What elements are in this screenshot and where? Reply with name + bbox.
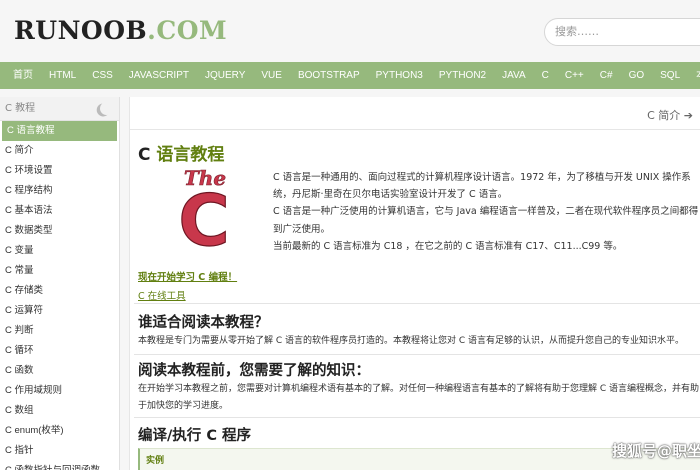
nav-item[interactable]: JAVA (494, 62, 534, 89)
nav-item[interactable]: C (534, 62, 557, 89)
nav-item[interactable]: C++ (557, 62, 592, 89)
sidebar-item[interactable]: C 基本语法 (0, 201, 119, 221)
sidebar-item[interactable]: C 语言教程 (2, 121, 117, 141)
sidebar-item[interactable]: C 常量 (0, 261, 119, 281)
moon-icon[interactable] (99, 101, 114, 116)
section-heading-compile: 编译/执行 C 程序 (138, 428, 252, 444)
logo-text-domain: .COM (147, 16, 228, 45)
nav-item[interactable]: SQL (652, 62, 688, 89)
nav-item[interactable]: VUE (253, 62, 290, 89)
online-tool-link[interactable]: C 在线工具 (138, 288, 186, 302)
intro-paragraph-3: 当前最新的 C 语言标准为 C18 ，在它之前的 C 语言标准有 C17、C11… (273, 240, 623, 252)
sidebar-item[interactable]: C 函数 (0, 361, 119, 381)
section-heading-prerequisites: 阅读本教程前，您需要了解的知识： (138, 363, 370, 379)
sidebar-item[interactable]: C 存储类 (0, 281, 119, 301)
nav-item[interactable]: JAVASCRIPT (121, 62, 197, 89)
search-input[interactable]: 搜索…… (544, 18, 700, 46)
header: RUNOOB.COM 搜索…… (0, 0, 700, 62)
main-content: C 简介 ➔ C 语言教程 The C C 语言是一种通用的、面向过程式的计算机… (129, 97, 700, 470)
nav-item[interactable]: C# (592, 62, 621, 89)
section-text-audience: 本教程是专门为需要从零开始了解 C 语言的软件程序员打造的。本教程将让您对 C … (138, 336, 685, 346)
nav-item[interactable]: HTML (41, 62, 84, 89)
nav-item[interactable]: BOOTSTRAP (290, 62, 368, 89)
divider (134, 417, 700, 418)
divider (134, 303, 700, 304)
next-page-link[interactable]: C 简介 ➔ (647, 107, 693, 123)
sidebar-item[interactable]: C 指针 (0, 441, 119, 461)
nav-item[interactable]: JQUERY (197, 62, 253, 89)
sidebar: C 教程 C 语言教程 C 简介 C 环境设置 C 程序结构 C 基本语法 C 数据类型 C… (0, 97, 120, 470)
site-logo[interactable]: RUNOOB.COM (14, 17, 227, 45)
sidebar-item[interactable]: C 数据类型 (0, 221, 119, 241)
page-title-prefix: C (138, 145, 151, 165)
intro-text: C 语言是一种通用的、面向过程式的计算机程序设计语言。1972 年，为了移植与开… (273, 169, 700, 255)
sidebar-item[interactable]: C 简介 (0, 141, 119, 161)
sidebar-title: C 教程 (0, 97, 119, 121)
nav-item[interactable]: PYTHON2 (431, 62, 494, 89)
section-text-prerequisites: 在开始学习本教程之前，您需要对计算机编程术语有基本的了解。对任何一种编程语言有基… (138, 384, 700, 411)
sidebar-item[interactable]: C 作用域规则 (0, 381, 119, 401)
page: RUNOOB.COM 搜索…… 首页 HTML CSS JAVASCRIPT JQUER… (0, 0, 700, 470)
sidebar-item[interactable]: C 数组 (0, 401, 119, 421)
nav-item[interactable]: 本地书签 (688, 62, 700, 89)
sidebar-item[interactable]: C 函数指针与回调函数 (0, 461, 119, 470)
start-learning-link[interactable]: 现在开始学习 C 编程！ (138, 269, 237, 283)
sidebar-item[interactable]: C enum(枚举) (0, 421, 119, 441)
page-title: C 语言教程 (138, 140, 224, 165)
watermark-text: 搜狐号@职坐 (612, 442, 700, 460)
nav-item[interactable]: CSS (84, 62, 121, 89)
page-title-rest: 语言教程 (150, 145, 225, 165)
next-page-label: C 简介 (647, 109, 681, 122)
divider (134, 354, 700, 355)
logo-letter-c: C (178, 180, 229, 249)
logo-text-main: RUNOOB (14, 16, 148, 45)
intro-paragraph-1: C 语言是一种通用的、面向过程式的计算机程序设计语言。1972 年，为了移植与开… (273, 172, 691, 201)
section-heading-audience: 谁适合阅读本教程？ (138, 315, 269, 331)
sidebar-item[interactable]: C 循环 (0, 341, 119, 361)
sidebar-item[interactable]: C 判断 (0, 321, 119, 341)
nav-item[interactable]: 首页 (0, 62, 41, 89)
the-c-logo-image: The C (178, 167, 231, 249)
nav-item[interactable]: PYTHON3 (368, 62, 431, 89)
sidebar-item[interactable]: C 运算符 (0, 301, 119, 321)
sidebar-title-text: C 教程 (5, 103, 36, 114)
intro-paragraph-2: C 语言是一种广泛使用的计算机语言，它与 Java 编程语言一样普及，二者在现代… (273, 206, 699, 235)
sidebar-item[interactable]: C 环境设置 (0, 161, 119, 181)
sidebar-item[interactable]: C 程序结构 (0, 181, 119, 201)
arrow-right-icon: ➔ (683, 109, 693, 122)
sidebar-item[interactable]: C 变量 (0, 241, 119, 261)
nav-item[interactable]: GO (621, 62, 653, 89)
top-nav: 首页 HTML CSS JAVASCRIPT JQUERY VUE BOOTSTRAP PYT… (0, 62, 700, 89)
pager-bar: C 简介 ➔ (130, 97, 700, 130)
